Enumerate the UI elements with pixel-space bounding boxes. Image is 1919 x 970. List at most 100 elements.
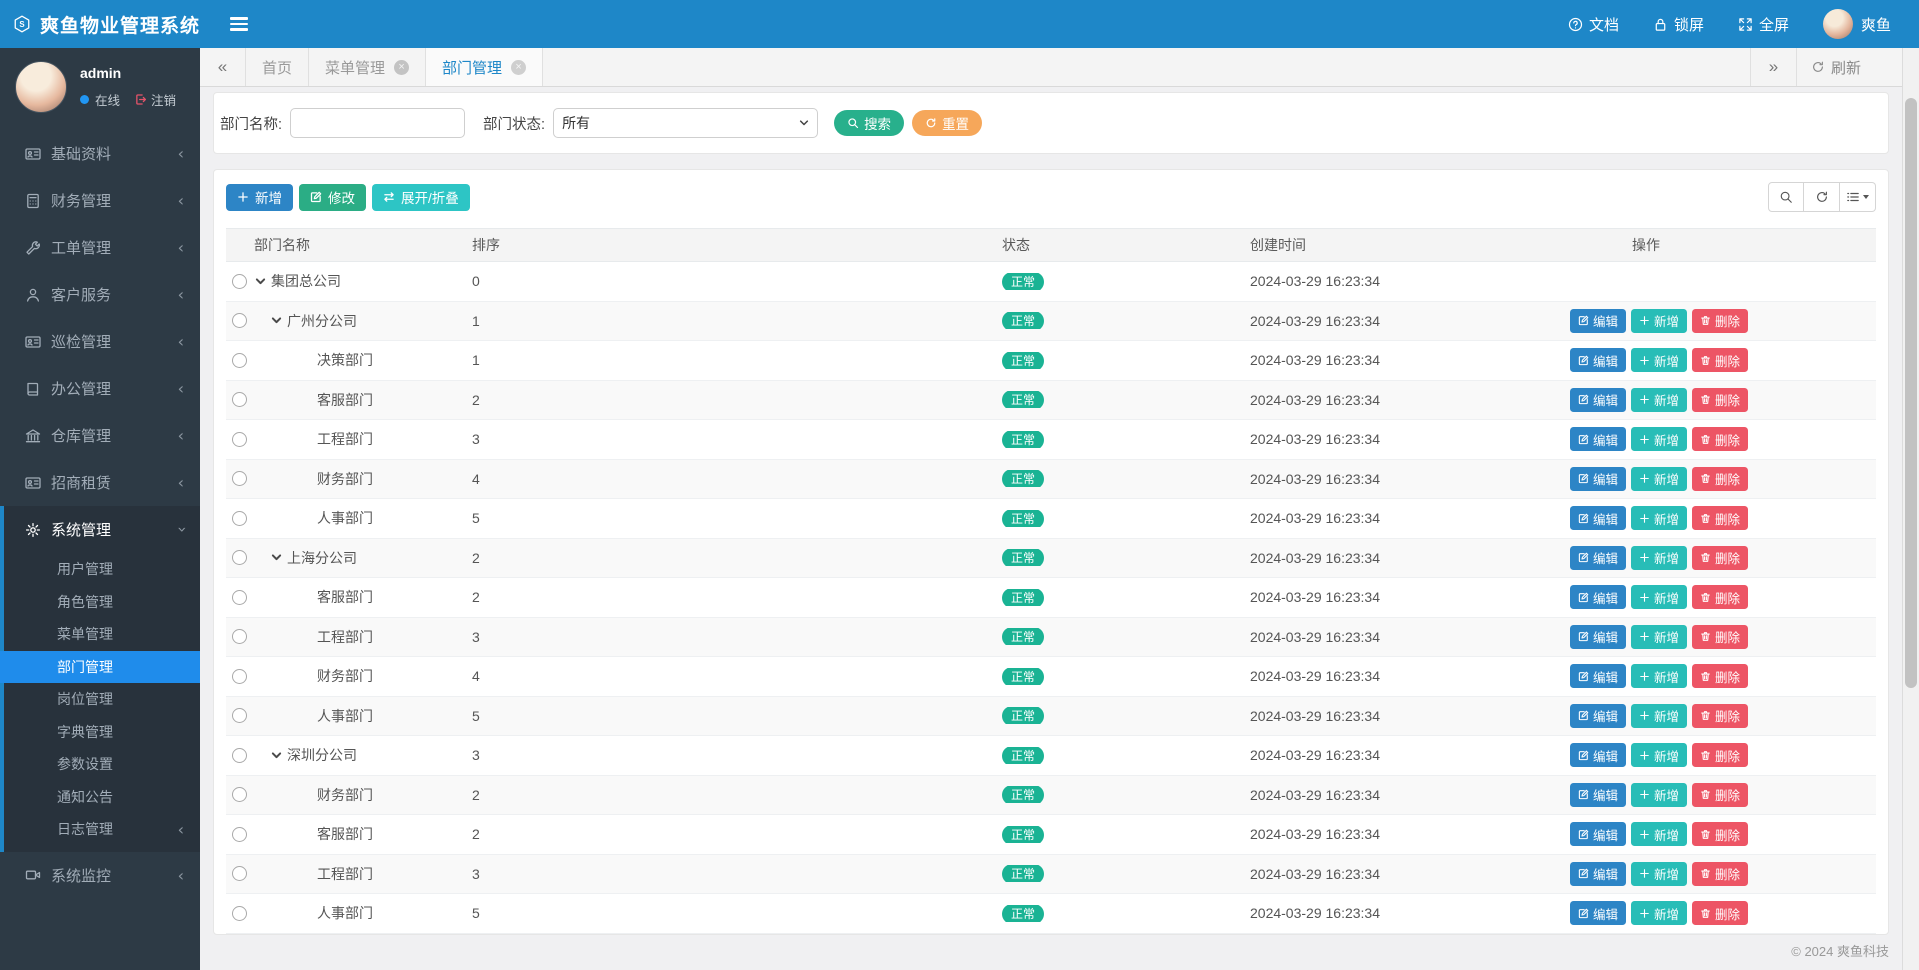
delete-button[interactable]: 删除 [1692,703,1749,728]
delete-button[interactable]: 删除 [1692,624,1749,649]
logout-link[interactable]: 注销 [134,90,176,109]
edit-button[interactable]: 编辑 [1570,782,1627,807]
reset-button[interactable]: 重置 [912,110,983,136]
sidebar-subitem-1[interactable]: 用户管理 [4,553,200,586]
add-button[interactable]: 新增 [1631,308,1688,333]
add-button[interactable]: 新增 [1631,387,1688,412]
edit-button[interactable]: 编辑 [1570,466,1627,491]
sidebar-subitem-2[interactable]: 角色管理 [4,586,200,619]
delete-button[interactable]: 删除 [1692,822,1749,847]
scrollbar-track[interactable] [1902,48,1919,970]
row-radio[interactable] [232,866,247,882]
delete-button[interactable]: 删除 [1692,545,1749,570]
tree-caret-icon[interactable] [270,314,283,327]
edit-button[interactable]: 编辑 [1570,427,1627,452]
dept-name-input[interactable] [290,108,466,138]
modify-button[interactable]: 修改 [299,183,366,211]
edit-button[interactable]: 编辑 [1570,664,1627,689]
edit-button[interactable]: 编辑 [1570,387,1627,412]
row-radio[interactable] [232,826,247,842]
scrollbar-thumb[interactable] [1905,98,1917,688]
row-radio[interactable] [232,352,247,368]
tab-refresh-button[interactable]: 刷新 [1795,48,1875,86]
row-radio[interactable] [232,510,247,526]
docs-link[interactable]: 文档 [1568,14,1619,35]
tree-caret-icon[interactable] [270,551,283,564]
delete-button[interactable]: 删除 [1692,585,1749,610]
add-button[interactable]: 新增 [1631,822,1688,847]
edit-button[interactable]: 编辑 [1570,624,1627,649]
tab[interactable]: 菜单管理 × [309,48,427,86]
table-refresh-button[interactable] [1804,182,1840,212]
delete-button[interactable]: 删除 [1692,664,1749,689]
edit-button[interactable]: 编辑 [1570,861,1627,886]
tab-close-icon[interactable]: × [394,59,410,75]
sidebar-item[interactable]: 仓库管理 ‹ [0,412,200,459]
sidebar-item[interactable]: 办公管理 ‹ [0,365,200,412]
edit-button[interactable]: 编辑 [1570,308,1627,333]
delete-button[interactable]: 删除 [1692,348,1749,373]
edit-button[interactable]: 编辑 [1570,743,1627,768]
row-radio[interactable] [232,313,247,329]
sidebar-item[interactable]: 基础资料 ‹ [0,130,200,177]
user-menu[interactable]: 爽鱼 [1822,9,1891,39]
add-button[interactable]: 新增 [1631,782,1688,807]
sidebar-subitem-4[interactable]: 部门管理 [0,650,200,683]
tree-caret-icon[interactable] [270,749,283,762]
delete-button[interactable]: 删除 [1692,743,1749,768]
sidebar-item[interactable]: 客户服务 ‹ [0,271,200,318]
tab[interactable]: 部门管理 × [426,48,544,86]
add-button[interactable]: 新增 [1631,585,1688,610]
sidebar-subitem-6[interactable]: 字典管理 [4,716,200,749]
delete-button[interactable]: 删除 [1692,901,1749,926]
edit-button[interactable]: 编辑 [1570,822,1627,847]
row-radio[interactable] [232,905,247,921]
delete-button[interactable]: 删除 [1692,782,1749,807]
sidebar-subitem-3[interactable]: 菜单管理 [4,618,200,651]
lock-screen-link[interactable]: 锁屏 [1653,14,1704,35]
add-button[interactable]: 新增 [1631,624,1688,649]
tree-caret-icon[interactable] [254,275,267,288]
sidebar-subitem-5[interactable]: 岗位管理 [4,683,200,716]
sidebar-item[interactable]: 招商租赁 ‹ [0,459,200,506]
delete-button[interactable]: 删除 [1692,466,1749,491]
sidebar-item[interactable]: 巡检管理 ‹ [0,318,200,365]
add-button[interactable]: 新增 [1631,743,1688,768]
add-button[interactable]: 新增 [1631,506,1688,531]
sidebar-item[interactable]: 工单管理 ‹ [0,224,200,271]
row-radio[interactable] [232,668,247,684]
row-radio[interactable] [232,589,247,605]
add-button[interactable]: 新增 [1631,901,1688,926]
row-radio[interactable] [232,629,247,645]
sidebar-item[interactable]: 财务管理 ‹ [0,177,200,224]
edit-button[interactable]: 编辑 [1570,506,1627,531]
sidebar-item[interactable]: 系统管理 ‹ [4,506,200,553]
add-button[interactable]: 新增 [1631,861,1688,886]
add-button[interactable]: 新增 [1631,545,1688,570]
edit-button[interactable]: 编辑 [1570,703,1627,728]
tab[interactable]: 首页 [246,48,310,86]
tabs-scroll-right-button[interactable]: » [1749,48,1796,86]
delete-button[interactable]: 删除 [1692,506,1749,531]
row-radio[interactable] [232,550,247,566]
expand-collapse-button[interactable]: 展开/折叠 [372,183,470,211]
tab-close-icon[interactable]: × [511,59,527,75]
delete-button[interactable]: 删除 [1692,427,1749,452]
fullscreen-link[interactable]: 全屏 [1738,14,1789,35]
dept-status-select[interactable]: 所有 [553,108,819,138]
add-button[interactable]: 新增 [1631,348,1688,373]
sidebar-item[interactable]: 系统监控 ‹ [0,852,200,899]
delete-button[interactable]: 删除 [1692,387,1749,412]
add-button[interactable]: 新增 [1631,466,1688,491]
table-search-button[interactable] [1768,182,1804,212]
add-button[interactable]: 新增 [1631,703,1688,728]
edit-button[interactable]: 编辑 [1570,585,1627,610]
add-button[interactable]: 新增 [226,183,293,211]
search-button[interactable]: 搜索 [834,110,905,136]
tabs-scroll-left-button[interactable]: « [200,48,246,86]
edit-button[interactable]: 编辑 [1570,901,1627,926]
row-radio[interactable] [232,273,247,289]
sidebar-subitem-9[interactable]: 日志管理 ‹ [4,813,200,846]
add-button[interactable]: 新增 [1631,664,1688,689]
row-radio[interactable] [232,431,247,447]
